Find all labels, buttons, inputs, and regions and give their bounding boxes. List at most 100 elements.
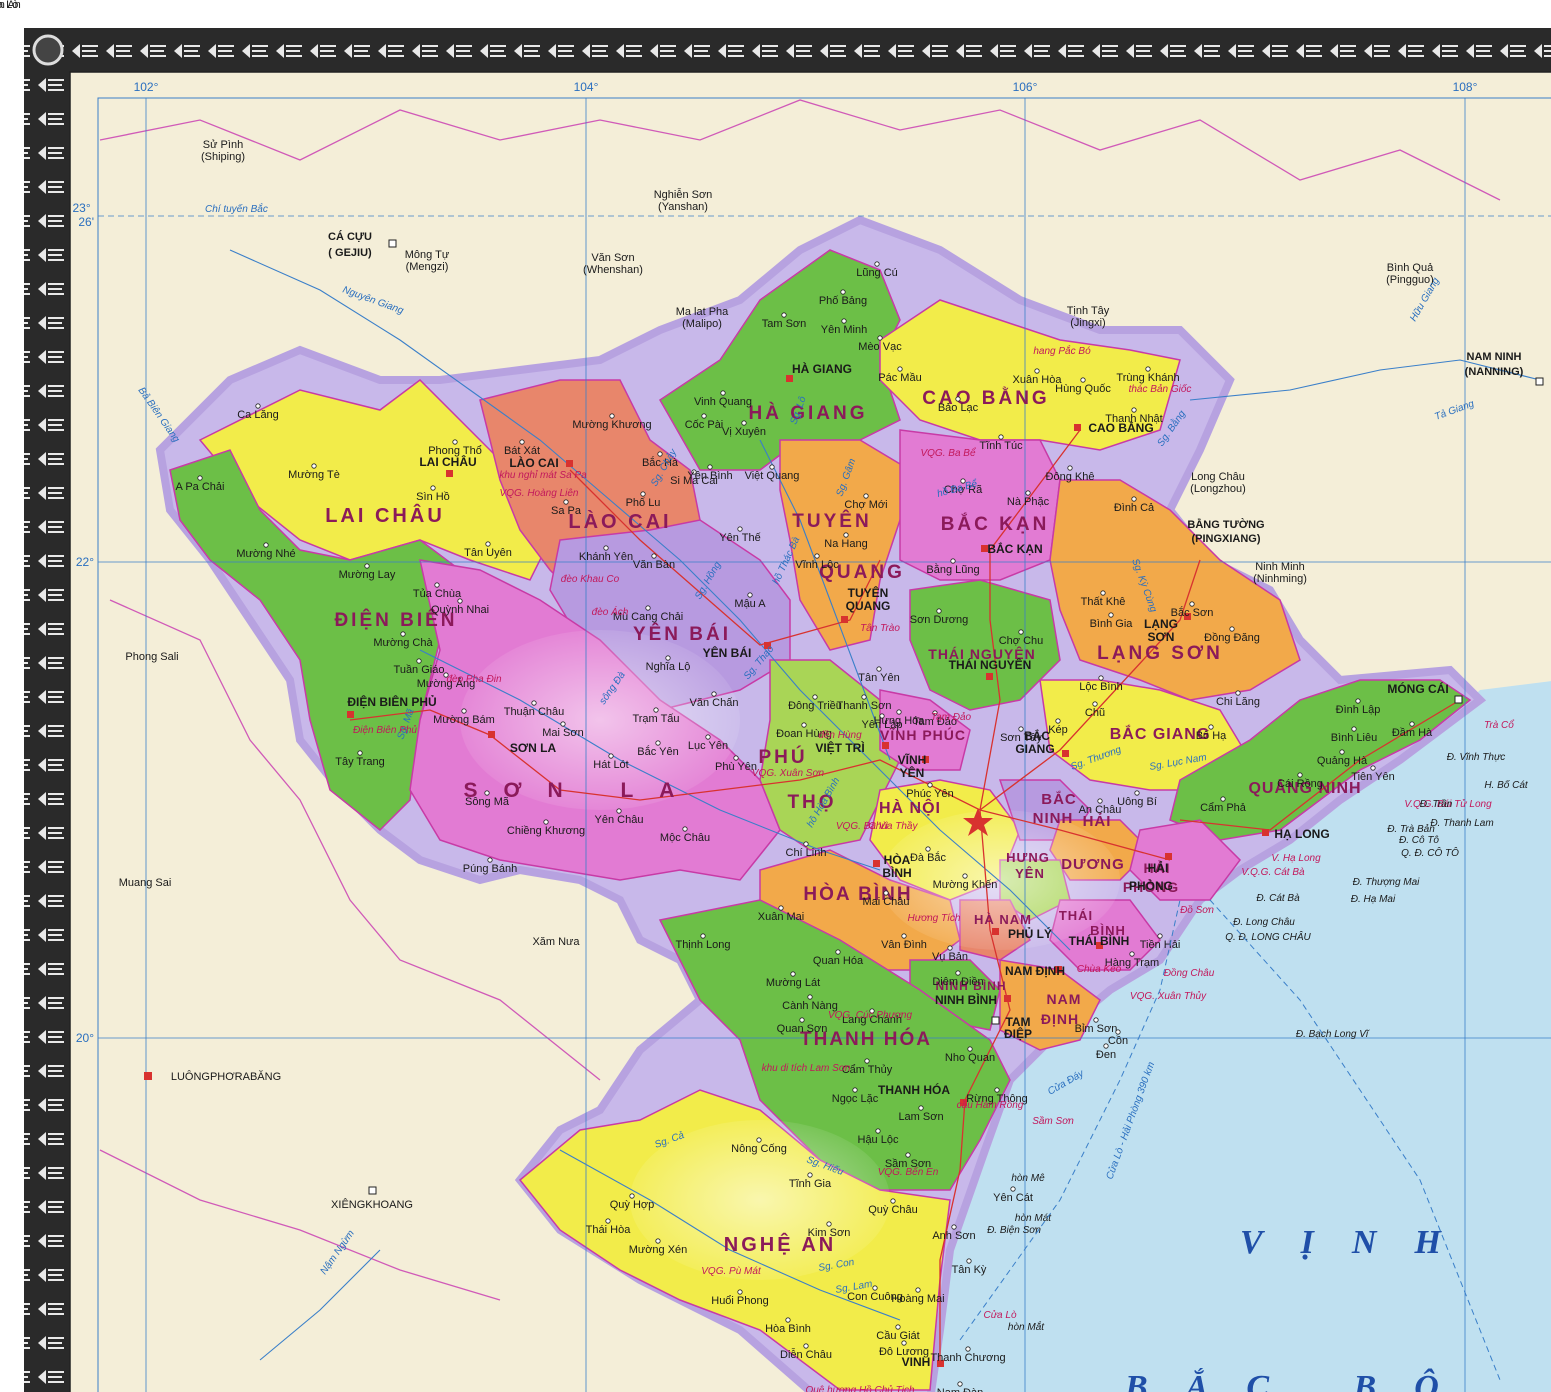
- town-marker: [1134, 790, 1140, 796]
- town-label: Hoàng Mai: [891, 1293, 944, 1305]
- foreign-place-sub: (Whenshan): [583, 264, 643, 276]
- capital-marker: [882, 742, 889, 749]
- town-marker: [700, 933, 706, 939]
- town-marker: [927, 782, 933, 788]
- foreign-place-name: Ninh Minh: [1255, 561, 1305, 573]
- town-marker: [1131, 407, 1137, 413]
- lon-label-106: 106°: [1013, 80, 1038, 94]
- town-label: Thịnh Long: [675, 939, 730, 951]
- tourism-label: Đồ Sơn: [1180, 904, 1214, 916]
- foreign-place-name: Tịnh Tây: [1067, 305, 1110, 317]
- province-label-nam: NAM: [1047, 991, 1082, 1007]
- capital-marker: [991, 1016, 1000, 1025]
- town-marker: [852, 1087, 858, 1093]
- town-marker: [965, 1346, 971, 1352]
- tourism-label: VQG. Hoàng Liên: [500, 488, 579, 499]
- island-label: Đ. Trần: [1420, 798, 1453, 810]
- town-label: Kép: [1048, 724, 1068, 736]
- town-marker: [651, 553, 657, 559]
- capital-marker: [347, 711, 354, 718]
- province-label-thai: THÁI: [1059, 908, 1093, 923]
- foreign-place-pingguo: Bình Quả(Pingguo): [1386, 262, 1434, 286]
- province-label-lao-cai: LÀO CAI: [568, 510, 671, 533]
- town-marker: [863, 493, 869, 499]
- town-label: Vân Đình: [881, 939, 927, 951]
- town-label: Tuần Giáo: [394, 664, 445, 676]
- town-label: Hòa Bình: [765, 1323, 811, 1335]
- foreign-place-name: Sử Pình: [203, 139, 243, 151]
- town-label: Yên Châu: [595, 814, 644, 826]
- foreign-place-sub: (Jingxi): [1070, 317, 1105, 329]
- foreign-place-name: BẰNG TƯỜNG: [1187, 518, 1264, 531]
- lat-label-22: 22°: [76, 555, 94, 569]
- island-label: Đ. Cô Tô: [1399, 835, 1439, 846]
- town-label: Bắc Yên: [637, 745, 678, 758]
- town-label: Đình Cả: [1114, 502, 1155, 514]
- town-marker: [826, 1221, 832, 1227]
- province-label-lai-chau: LAI CHÂU: [325, 503, 445, 527]
- town-label: Tam Sơn: [762, 318, 807, 330]
- town-label: Bát Xát: [504, 445, 540, 457]
- province-label-lang-son: LẠNG SƠN: [1097, 643, 1223, 664]
- town-marker: [843, 532, 849, 538]
- capital-marker: [488, 731, 495, 738]
- foreign-place-muang-sai: Muang Sai: [119, 877, 172, 889]
- capital-label: SƠN: [1148, 630, 1175, 644]
- town-label: Thuận Châu: [504, 706, 565, 718]
- town-label: An Châu: [1079, 804, 1122, 816]
- foreign-place-phong-sali: Phong Sali: [125, 651, 178, 663]
- town-marker: [1010, 1186, 1016, 1192]
- foreign-place-name: Long Châu: [1191, 471, 1245, 483]
- province-label-phu: PHÚ: [758, 746, 807, 768]
- lat-label-tropic-min: 26': [78, 215, 94, 229]
- town-label: Chiềng Khương: [507, 825, 585, 837]
- lat-label-tropic-deg: 23°: [73, 201, 91, 215]
- town-marker: [430, 485, 436, 491]
- capital-label: QUANG: [846, 599, 891, 613]
- town-marker: [807, 994, 813, 1000]
- town-label: Mai Châu: [862, 896, 909, 908]
- town-label: Mường Khến: [933, 879, 998, 891]
- town-label: Bắc Sơn: [1171, 606, 1214, 619]
- town-marker: [955, 970, 961, 976]
- town-marker: [737, 1289, 743, 1295]
- town-label: Thất Khê: [1081, 596, 1126, 608]
- town-marker: [1108, 612, 1114, 618]
- town-label: Kim Sơn: [808, 1227, 851, 1239]
- town-marker: [484, 790, 490, 796]
- capital-label: TUYÊN: [848, 585, 889, 600]
- island-label: Đ. Bạch Long Vĩ: [1296, 1029, 1370, 1040]
- town-marker: [790, 971, 796, 977]
- town-marker: [311, 463, 317, 469]
- capital-label: NAM ĐỊNH: [1005, 964, 1065, 978]
- town-label: Tây Trang: [335, 756, 385, 768]
- town-marker: [890, 1198, 896, 1204]
- town-marker: [665, 655, 671, 661]
- town-marker: [653, 707, 659, 713]
- capital-label: BẮC KẠN: [987, 541, 1042, 556]
- foreign-place-name: XIÊNGKHOANG: [331, 1198, 413, 1211]
- town-marker: [874, 261, 880, 267]
- island-label: H. Bố Cát: [1484, 779, 1529, 791]
- island-label: Đ. Biện Sơn: [987, 1225, 1041, 1236]
- capital-label: HẠ LONG: [1274, 827, 1329, 841]
- town-label: Nho Quan: [945, 1052, 995, 1064]
- town-marker: [876, 666, 882, 672]
- foreign-place-sub: (Ninhming): [1253, 573, 1307, 585]
- foreign-place-marker: [144, 1072, 152, 1080]
- foreign-place-sub: (Mengzi): [406, 261, 449, 273]
- town-label: Thanh Chương: [930, 1352, 1005, 1364]
- town-label: Pác Mầu: [878, 372, 921, 384]
- town-label: Diễn Châu: [780, 1348, 832, 1361]
- town-label: Tiền Hải: [1140, 939, 1181, 951]
- capital-label: THÁI NGUYÊN: [949, 657, 1032, 672]
- lon-label-102: 102°: [134, 80, 159, 94]
- capital-label: LẠNG: [1144, 617, 1178, 631]
- town-marker: [629, 1193, 635, 1199]
- town-marker: [711, 691, 717, 697]
- tourism-label: VQG. Xuân Thủy: [1130, 990, 1207, 1002]
- town-label: Đen: [1096, 1049, 1116, 1061]
- town-label: Yên Minh: [821, 324, 867, 336]
- tourism-label: Đồng Châu: [1164, 967, 1215, 979]
- town-label: Tĩnh Gia: [789, 1178, 832, 1190]
